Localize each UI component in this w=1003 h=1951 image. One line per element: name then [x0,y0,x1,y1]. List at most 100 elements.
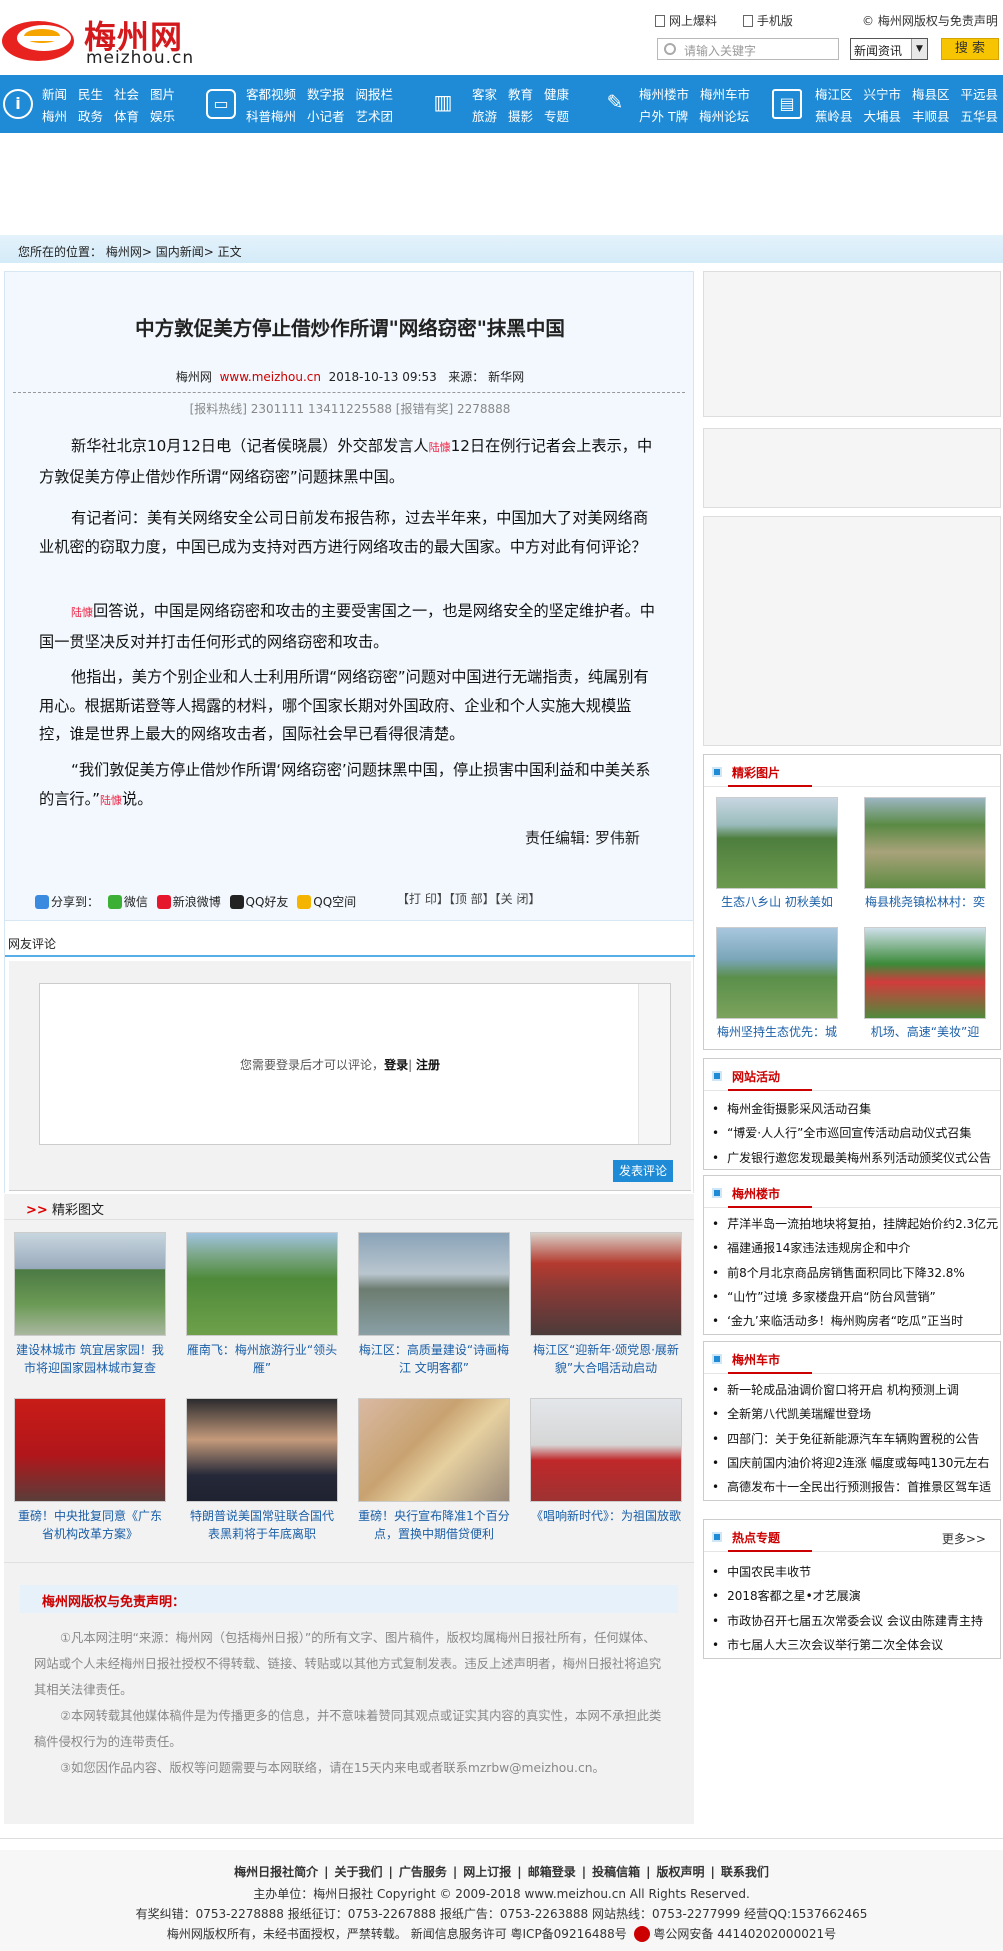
footer-link[interactable]: 版权声明 [657,1865,705,1879]
share-weibo[interactable]: 新浪微博 [156,893,221,910]
sidebar-photo-caption[interactable]: 梅州坚持生态优先：城 [716,1023,838,1040]
gallery-image[interactable] [358,1398,510,1502]
search-category-select[interactable]: 新闻资讯 ▼ [850,38,928,60]
sidebar-photo[interactable] [716,797,838,889]
keyword-tag[interactable]: 陆慷 [71,606,93,619]
list-item[interactable]: 2018客都之星•才艺展演 [712,1584,998,1608]
gallery-image[interactable] [186,1398,338,1502]
footer-link[interactable]: 投稿信箱 [592,1865,640,1879]
nav-link[interactable]: 摄影 [508,106,533,125]
sidebar-photo-caption[interactable]: 生态八乡山 初秋美如 [716,893,838,910]
gallery-item[interactable]: 重磅！央行宣布降准1个百分点，置换中期借贷便利 [358,1398,510,1543]
nav-link[interactable]: 五华县 [961,106,999,125]
sidebar-photo[interactable] [864,927,986,1019]
nav-link[interactable]: 梅州楼市 [639,84,689,103]
gallery-item[interactable]: 《唱响新时代》：为祖国放歌 [530,1398,682,1525]
list-item[interactable]: 高德发布十一全民出行预测报告：首推景区驾车适 [712,1475,998,1499]
gallery-item[interactable]: 梅江区：高质量建设“诗画梅江 文明客都” [358,1232,510,1377]
footer-link[interactable]: 梅州日报社简介 [234,1865,318,1879]
scrollbar[interactable] [638,984,670,1144]
breadcrumb-path[interactable]: 梅州网> 国内新闻> 正文 [106,245,242,259]
site-logo[interactable]: 梅州网 meizhou.cn [0,6,210,68]
gallery-image[interactable] [530,1398,682,1502]
footer-link[interactable]: 广告服务 [399,1865,447,1879]
nav-link[interactable]: 兴宁市 [864,84,902,103]
gallery-caption[interactable]: 《唱响新时代》：为祖国放歌 [530,1507,682,1525]
nav-link[interactable]: 政务 [78,106,103,125]
list-item[interactable]: 国庆前国内油价将迎2连涨 幅度或每吨130元左右 [712,1451,998,1475]
nav-link[interactable]: 阅报栏 [356,84,394,103]
nav-link[interactable]: 体育 [114,106,139,125]
list-item[interactable]: “博爱·人人行”全市巡回宣传活动启动仪式召集 [712,1121,998,1145]
nav-link[interactable]: 大埔县 [864,106,902,125]
gallery-item[interactable]: 特朗普说美国常驻联合国代表黑莉将于年底离职 [186,1398,338,1543]
gallery-item[interactable]: 重磅！中央批复同意《广东省机构改革方案》 [14,1398,166,1543]
share-qq[interactable]: QQ好友 [229,893,288,910]
nav-link[interactable]: 客都视频 [246,84,296,103]
list-item[interactable]: ‘金九’来临活动多！梅州购房者“吃瓜”正当时 [712,1309,998,1333]
gallery-image[interactable] [14,1232,166,1336]
sidebar-photo-caption[interactable]: 梅县桃尧镇松林村：奕 [864,893,986,910]
police-record-link[interactable]: 粤公网安备 44140202000021号 [653,1927,836,1941]
nav-link[interactable]: 小记者 [307,106,345,125]
print-top-close-links[interactable]: 【打 印】【顶 部】【关 闭】 [397,890,540,907]
gallery-item[interactable]: 梅江区“迎新年·颂党恩·展新貌”大合唱活动启动 [530,1232,682,1377]
gallery-caption[interactable]: 梅江区：高质量建设“诗画梅江 文明客都” [358,1341,510,1377]
source-url-link[interactable]: www.meizhou.cn [220,370,321,384]
sidebar-photo-item[interactable]: 梅县桃尧镇松林村：奕 [864,797,986,910]
gallery-item[interactable]: 雁南飞：梅州旅游行业“领头雁” [186,1232,338,1377]
nav-link[interactable]: 旅游 [472,106,497,125]
register-link[interactable]: 注册 [416,1058,440,1072]
list-item[interactable]: 芹洋半岛一流拍地块将复拍，挂牌起始价约2.3亿元 [712,1212,998,1236]
nav-link[interactable]: 客家 [472,84,497,103]
gallery-caption[interactable]: 重磅！中央批复同意《广东省机构改革方案》 [14,1507,166,1543]
nav-link[interactable]: 社会 [114,84,139,103]
gallery-caption[interactable]: 重磅！央行宣布降准1个百分点，置换中期借贷便利 [358,1507,510,1543]
nav-link[interactable]: 梅江区 [815,84,853,103]
more-link[interactable]: 更多>> [942,1530,986,1547]
footer-link[interactable]: 网上订报 [463,1865,511,1879]
list-item[interactable]: 新一轮成品油调价窗口将开启 机构预测上调 [712,1378,998,1402]
sidebar-photo-caption[interactable]: 机场、高速“美妆”迎 [864,1023,986,1040]
gallery-image[interactable] [358,1232,510,1336]
list-item[interactable]: “山竹”过境 多家楼盘开启“防台风营销” [712,1285,998,1309]
gallery-caption[interactable]: 特朗普说美国常驻联合国代表黑莉将于年底离职 [186,1507,338,1543]
footer-link[interactable]: 邮箱登录 [528,1865,576,1879]
keyword-tag[interactable]: 陆慷 [100,794,122,807]
nav-link[interactable]: 平远县 [961,84,999,103]
nav-link[interactable]: 丰顺县 [912,106,950,125]
gallery-image[interactable] [530,1232,682,1336]
sidebar-photo-item[interactable]: 梅州坚持生态优先：城 [716,927,838,1040]
nav-link[interactable]: 梅县区 [912,84,950,103]
nav-link[interactable]: 健康 [544,84,569,103]
sidebar-photo-item[interactable]: 机场、高速“美妆”迎 [864,927,986,1040]
nav-link[interactable]: 教育 [508,84,533,103]
nav-link[interactable]: 数字报 [307,84,345,103]
sidebar-photo[interactable] [864,797,986,889]
nav-link[interactable]: 户外 T牌 [639,106,688,125]
list-item[interactable]: 梅州金街摄影采风活动召集 [712,1097,998,1121]
share-label[interactable]: 分享到： [35,893,99,910]
gallery-item[interactable]: 建设林城市 筑宜居家园！我市将迎国家园林城市复查 [14,1232,166,1377]
nav-link[interactable]: 娱乐 [150,106,175,125]
gallery-caption[interactable]: 梅江区“迎新年·颂党恩·展新貌”大合唱活动启动 [530,1341,682,1377]
list-item[interactable]: 前8个月北京商品房销售面积同比下降32.8% [712,1261,998,1285]
login-link[interactable]: 登录 [384,1058,408,1072]
list-item[interactable]: 四部门：关于免征新能源汽车车辆购置税的公告 [712,1427,998,1451]
nav-link[interactable]: 图片 [150,84,175,103]
nav-link[interactable]: 梅州 [42,106,67,125]
nav-link[interactable]: 梅州车市 [700,84,750,103]
gallery-caption[interactable]: 建设林城市 筑宜居家园！我市将迎国家园林城市复查 [14,1341,166,1377]
gallery-image[interactable] [14,1398,166,1502]
list-item[interactable]: 广发银行邀您发现最美梅州系列活动颁奖仪式公告 [712,1146,998,1170]
copyright-link[interactable]: © 梅州网版权与免责声明 [862,12,998,29]
sidebar-photo[interactable] [716,927,838,1019]
search-button[interactable]: 搜 索 [941,38,999,60]
nav-link[interactable]: 专题 [544,106,569,125]
search-input[interactable]: 请输入关键字 [657,38,839,60]
list-item[interactable]: 市政协召开七届五次常委会议 会议由陈建青主持 [712,1609,998,1633]
footer-link[interactable]: 联系我们 [721,1865,769,1879]
nav-link[interactable]: 蕉岭县 [815,106,853,125]
nav-link[interactable]: 民生 [78,84,103,103]
gallery-caption[interactable]: 雁南飞：梅州旅游行业“领头雁” [186,1341,338,1377]
